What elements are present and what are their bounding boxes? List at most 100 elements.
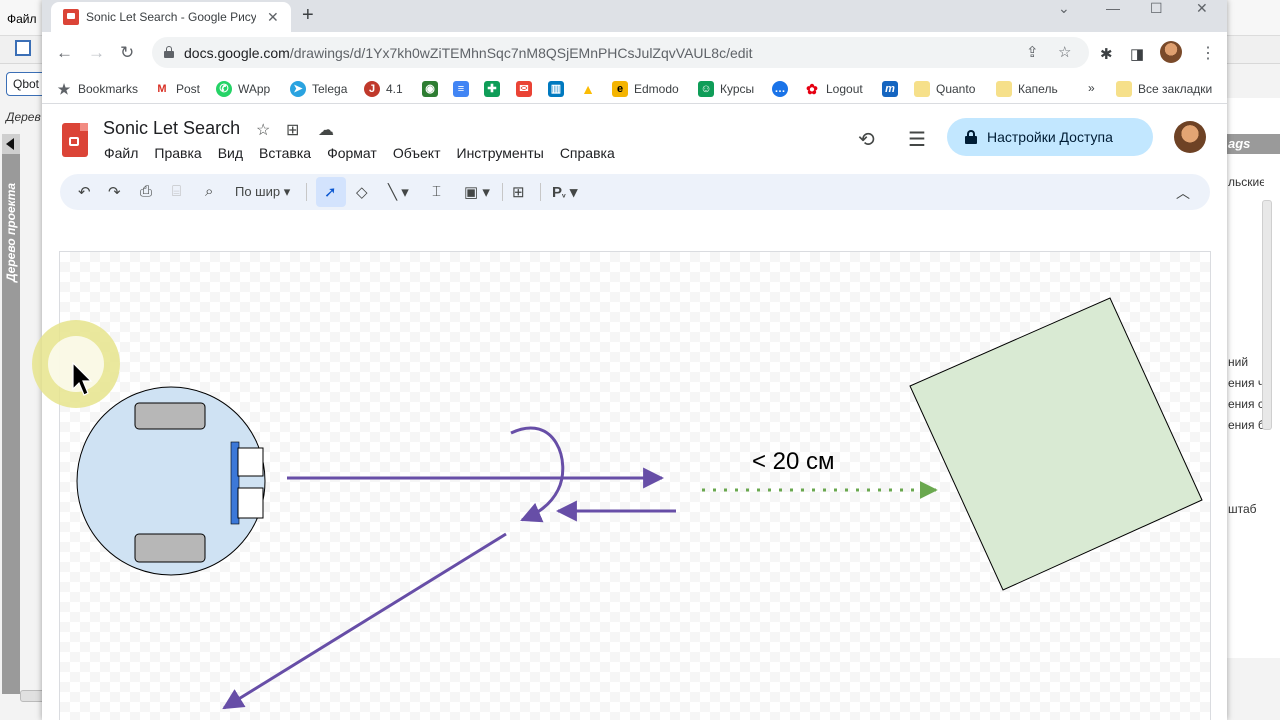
menu-tools[interactable]: Инструменты (457, 145, 544, 161)
browser-tab[interactable]: Sonic Let Search - Google Рисунки ✕ (51, 2, 291, 32)
chrome-menu-icon[interactable]: ⋮ (1200, 43, 1216, 63)
redo-icon[interactable]: ↷ (108, 183, 121, 201)
bookmark-item[interactable]: ▥ (548, 81, 564, 97)
print-icon[interactable]: ⎙ (140, 183, 152, 200)
distance-label[interactable]: < 20 см (752, 448, 835, 476)
menu-insert[interactable]: Вставка (259, 145, 311, 161)
line-tool-icon[interactable]: ╲ ▾ (388, 183, 409, 201)
close-tab-icon[interactable]: ✕ (267, 9, 279, 26)
background-search-input[interactable]: Qbot (6, 72, 46, 96)
bookmark-item[interactable]: m (882, 81, 898, 97)
background-toolbar-icon[interactable] (15, 40, 31, 56)
bookmark-item[interactable]: ▲ (580, 81, 596, 97)
curved-reflection-arrow[interactable] (510, 426, 565, 523)
maximize-icon[interactable]: ☐ (1150, 0, 1163, 17)
paint-format-icon[interactable]: ⌸ (172, 183, 181, 200)
image-tool-icon[interactable]: ▣ ▾ (464, 183, 490, 201)
shape-tool-icon[interactable]: ◇ (356, 183, 368, 201)
bookmark-item[interactable]: Капель (996, 81, 1058, 97)
new-tab-icon[interactable]: + (302, 4, 314, 27)
robot-wheel-top[interactable] (134, 402, 206, 430)
zoom-dropdown[interactable]: По шир ▾ (235, 184, 290, 200)
bookmark-item[interactable]: e Edmodo (612, 81, 679, 97)
bookmark-star-icon[interactable]: ☆ (1058, 43, 1071, 61)
bookmark-item[interactable]: … (772, 81, 788, 97)
bookmark-item[interactable]: M Post (154, 81, 200, 97)
profile-avatar[interactable] (1160, 41, 1182, 63)
comments-icon[interactable]: ☰ (908, 127, 926, 152)
collapse-toolbar-icon[interactable]: ︿ (1176, 183, 1190, 203)
version-history-icon[interactable]: ⟲ (858, 127, 875, 152)
background-menu-file[interactable]: Файл (7, 12, 37, 26)
cursor-select-icon[interactable]: ➚ (324, 183, 337, 201)
menu-view[interactable]: Вид (218, 145, 243, 161)
menu-help[interactable]: Справка (560, 145, 615, 161)
menu-file[interactable]: Файл (104, 145, 138, 161)
share-label: Настройки Доступа (987, 129, 1113, 145)
back-icon[interactable]: ← (56, 43, 73, 63)
reload-icon[interactable]: ↻ (120, 43, 134, 63)
background-right-text: штаб (1228, 502, 1257, 516)
sensor-emitter[interactable] (237, 447, 264, 477)
add-comment-icon[interactable]: ⊞ (512, 183, 525, 201)
undo-icon[interactable]: ↶ (78, 183, 91, 201)
bookmark-item[interactable]: Quanto (914, 81, 975, 97)
robot-wheel-bottom[interactable] (134, 533, 206, 563)
tab-search-icon[interactable]: ⌄ (1058, 0, 1070, 17)
menu-object[interactable]: Объект (393, 145, 441, 161)
sensor-receiver[interactable] (237, 487, 264, 519)
bookmarks-bar: ★ Bookmarks M Post ✆ WApp ➤ Telega J 4.1 ◉ ≡ … (42, 72, 1227, 104)
folder-icon (996, 81, 1012, 97)
robot-shape[interactable] (76, 386, 266, 576)
drawings-logo-icon[interactable] (62, 123, 88, 157)
toolbar-divider (502, 183, 503, 201)
url-text[interactable]: docs.google.com/drawings/d/1Yx7kh0wZiTEM… (184, 45, 753, 61)
background-right-text: ения с (1228, 397, 1264, 411)
move-folder-icon[interactable]: ⊞ (286, 120, 299, 140)
drawing-canvas[interactable]: < 20 см (59, 251, 1211, 720)
bookmark-item[interactable]: ◉ (422, 81, 438, 97)
bookmark-item[interactable]: ✿ Logout (804, 81, 863, 97)
classroom-icon: ☺ (698, 81, 714, 97)
chat-icon: … (772, 81, 788, 97)
forward-icon[interactable]: → (88, 43, 105, 63)
account-avatar[interactable] (1174, 121, 1206, 153)
collapse-left-icon[interactable] (6, 138, 14, 150)
document-title[interactable]: Sonic Let Search (103, 118, 240, 139)
edmodo-icon: e (612, 81, 628, 97)
canvas-area: < 20 см (42, 212, 1227, 720)
bookmark-item[interactable]: ★ Bookmarks (56, 81, 138, 97)
menu-format[interactable]: Формат (327, 145, 377, 161)
url-omnibox[interactable]: docs.google.com/drawings/d/1Yx7kh0wZiTEM… (152, 37, 1089, 68)
bookmark-item[interactable]: ✆ WApp (216, 81, 270, 97)
cloud-saved-icon[interactable]: ☁ (318, 120, 334, 140)
text-box-icon[interactable]: ⌶ (432, 183, 441, 200)
close-window-icon[interactable]: ✕ (1196, 0, 1208, 17)
bookmark-item[interactable]: ✉ (516, 81, 532, 97)
share-page-icon[interactable]: ⇪ (1026, 43, 1039, 61)
menu-bar: Файл Правка Вид Вставка Формат Объект Ин… (104, 145, 615, 161)
zoom-icon[interactable]: ⌕ (205, 183, 213, 200)
background-right-text: ний (1228, 355, 1249, 369)
bookmark-item[interactable]: ☺ Курсы (698, 81, 754, 97)
side-panel-icon[interactable]: ◨ (1130, 45, 1144, 63)
menu-edit[interactable]: Правка (154, 145, 201, 161)
all-bookmarks-button[interactable]: Все закладки (1116, 81, 1212, 97)
background-scrollbar[interactable] (1262, 200, 1272, 430)
minimize-icon[interactable]: — (1106, 0, 1120, 16)
input-tools-button[interactable]: Рᵥ ▾ (552, 183, 577, 201)
star-icon[interactable]: ☆ (256, 120, 270, 140)
bookmark-item[interactable]: ✚ (484, 81, 500, 97)
extensions-icon[interactable]: ✱ (1100, 45, 1113, 63)
bookmark-item[interactable]: ➤ Telega (290, 81, 347, 97)
more-bookmarks-button[interactable]: » (1088, 81, 1095, 95)
background-right-header: ags (1226, 134, 1280, 154)
flag-icon: ◉ (422, 81, 438, 97)
scattered-wave-arrow[interactable] (222, 532, 507, 710)
lock-icon[interactable] (164, 46, 174, 58)
bookmark-item[interactable]: J 4.1 (364, 81, 403, 97)
share-button[interactable]: Настройки Доступа (947, 118, 1153, 156)
m-icon: m (882, 81, 898, 97)
obstacle-square[interactable] (909, 297, 1203, 591)
bookmark-item[interactable]: ≡ (453, 81, 469, 97)
